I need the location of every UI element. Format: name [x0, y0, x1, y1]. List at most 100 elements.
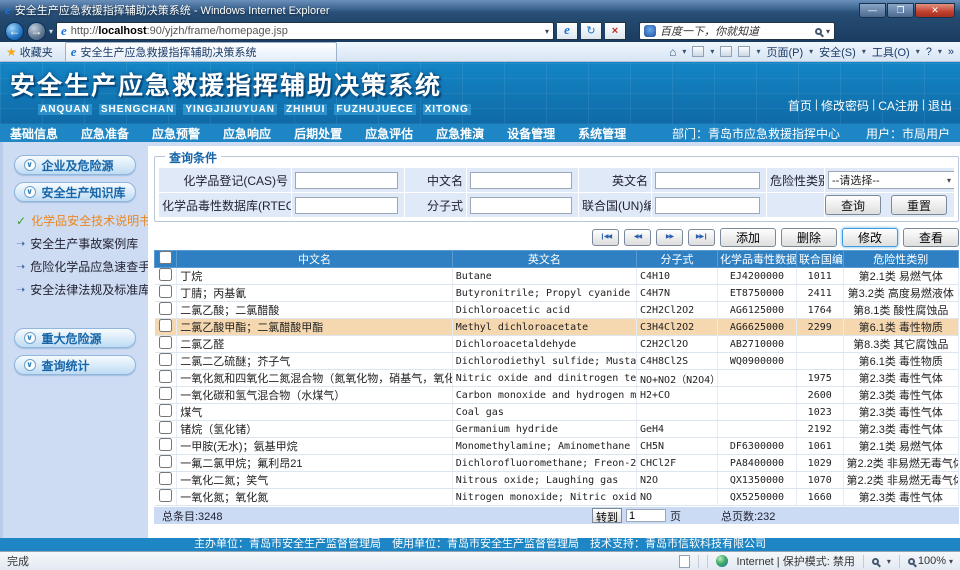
delete-button[interactable]: 删除	[781, 228, 837, 247]
table-row[interactable]: 一氟二氯甲烷；氟利昂21Dichlorofluoromethane; Freon…	[155, 455, 959, 472]
search-box[interactable]: 百度一下，你就知道 ▾	[639, 22, 835, 40]
select-all-checkbox[interactable]	[159, 251, 172, 264]
row-checkbox[interactable]	[159, 336, 172, 349]
print-icon[interactable]	[738, 46, 750, 57]
table-row[interactable]: 二氯二乙硫醚；芥子气Dichlorodiethyl sulfide; Musta…	[155, 353, 959, 370]
search-icon[interactable]	[815, 28, 822, 35]
un-number-input[interactable]	[655, 197, 760, 214]
nav-emergency-warning[interactable]: 应急预警	[152, 125, 200, 142]
page-menu[interactable]: 页面(P)	[766, 44, 803, 60]
nav-system-management[interactable]: 系统管理	[578, 125, 626, 142]
zoom-tool-icon[interactable]	[872, 558, 879, 565]
address-dropdown-icon[interactable]: ▾	[545, 27, 549, 36]
en-name-input[interactable]	[655, 172, 760, 189]
sidebar-group-enterprise[interactable]: ∨ 企业及危险源	[14, 155, 136, 175]
table-row[interactable]: 二氯乙酸甲酯；二氯醋酸甲酯Methyl dichloroacetateC3H4C…	[155, 319, 959, 336]
table-row[interactable]: 二氯乙醛DichloroacetaldehydeC2H2Cl2OAB271000…	[155, 336, 959, 353]
row-checkbox[interactable]	[159, 268, 172, 281]
search-button[interactable]: 查询	[825, 195, 881, 215]
link-ca-register[interactable]: CA注册	[878, 97, 919, 114]
rtecs-input[interactable]	[295, 197, 398, 214]
zoom-level-control[interactable]: 100% ▾	[908, 555, 953, 567]
nav-device-management[interactable]: 设备管理	[507, 125, 555, 142]
nav-emergency-drill[interactable]: 应急推演	[436, 125, 484, 142]
sidebar-item-accident-cases[interactable]: ➝ 安全生产事故案例库	[3, 232, 146, 255]
sidebar-group-major-hazard[interactable]: ∨ 重大危险源	[14, 328, 136, 348]
tools-menu[interactable]: 工具(O)	[872, 44, 910, 60]
row-checkbox[interactable]	[159, 387, 172, 400]
sidebar-group-knowledge[interactable]: ∨ 安全生产知识库	[14, 182, 136, 202]
nav-post-disposal[interactable]: 后期处置	[294, 125, 342, 142]
link-change-password[interactable]: 修改密码	[821, 97, 869, 114]
table-row[interactable]: 锗烷（氢化锗）Germanium hydrideGeH42192第2.3类 毒性…	[155, 421, 959, 438]
row-checkbox[interactable]	[159, 438, 172, 451]
row-checkbox[interactable]	[159, 421, 172, 434]
table-row[interactable]: 一氧化碳和氢气混合物（水煤气）Carbon monoxide and hydro…	[155, 387, 959, 404]
minimize-button[interactable]: —	[859, 3, 886, 18]
sidebar-item-laws-standards[interactable]: ➝ 安全法律法规及标准库	[3, 278, 146, 301]
nav-basic-info[interactable]: 基础信息	[10, 125, 58, 142]
safety-menu[interactable]: 安全(S)	[819, 44, 856, 60]
link-home[interactable]: 首页	[788, 97, 812, 114]
feeds-icon[interactable]	[692, 46, 704, 57]
history-dropdown-icon[interactable]: ▾	[49, 27, 53, 36]
table-row[interactable]: 一甲胺(无水)；氨基甲烷Monomethylamine; Aminomethan…	[155, 438, 959, 455]
help-menu-icon[interactable]: ?	[926, 46, 932, 58]
row-checkbox[interactable]	[159, 319, 172, 332]
row-checkbox[interactable]	[159, 370, 172, 383]
table-row[interactable]: 丁腈；丙基氰Butyronitrile; Propyl cyanideC4H7N…	[155, 285, 959, 302]
page-number-input[interactable]	[626, 509, 666, 522]
page-menu-dropdown-icon[interactable]: ▾	[809, 47, 813, 56]
table-row[interactable]: 二氯乙酸；二氯醋酸Dichloroacetic acidC2H2Cl2O2AG6…	[155, 302, 959, 319]
address-bar[interactable]: e http://localhost:90/yjzh/frame/homepag…	[56, 22, 554, 40]
maximize-button[interactable]: ❐	[887, 3, 914, 18]
row-checkbox[interactable]	[159, 455, 172, 468]
first-page-button[interactable]: ❙◀◀	[592, 229, 619, 246]
row-checkbox[interactable]	[159, 353, 172, 366]
prev-page-button[interactable]: ◀◀	[624, 229, 651, 246]
favorites-label[interactable]: 收藏夹	[20, 44, 53, 60]
feeds-dropdown-icon[interactable]: ▾	[710, 47, 714, 56]
back-button[interactable]: ←	[5, 22, 24, 41]
sidebar-group-query-statistics[interactable]: ∨ 查询统计	[14, 355, 136, 375]
sidebar-item-chemical-msds[interactable]: ✓ 化学品安全技术说明书	[3, 209, 146, 232]
favorites-star-icon[interactable]: ★	[6, 45, 17, 59]
row-checkbox[interactable]	[159, 489, 172, 502]
view-button[interactable]: 查看	[903, 228, 959, 247]
next-page-button[interactable]: ▶▶	[656, 229, 683, 246]
nav-emergency-prepare[interactable]: 应急准备	[81, 125, 129, 142]
row-checkbox[interactable]	[159, 472, 172, 485]
safety-menu-dropdown-icon[interactable]: ▾	[862, 47, 866, 56]
hazard-class-select[interactable]: --请选择-- ▾	[828, 171, 955, 189]
home-icon[interactable]: ⌂	[669, 45, 676, 59]
row-checkbox[interactable]	[159, 302, 172, 315]
nav-emergency-evaluate[interactable]: 应急评估	[365, 125, 413, 142]
table-row[interactable]: 一氧化氮；氧化氮Nitrogen monoxide; Nitric oxideN…	[155, 489, 959, 506]
tools-menu-dropdown-icon[interactable]: ▾	[916, 47, 920, 56]
formula-input[interactable]	[470, 197, 572, 214]
row-checkbox[interactable]	[159, 404, 172, 417]
last-page-button[interactable]: ▶▶❙	[688, 229, 715, 246]
goto-page-button[interactable]: 转到	[592, 508, 622, 523]
forward-button[interactable]: →	[27, 22, 46, 41]
home-dropdown-icon[interactable]: ▾	[682, 47, 686, 56]
stop-button[interactable]: ×	[605, 22, 626, 40]
nav-emergency-response[interactable]: 应急响应	[223, 125, 271, 142]
row-checkbox[interactable]	[159, 285, 172, 298]
browser-tab[interactable]: e 安全生产应急救援指挥辅助决策系统	[65, 42, 337, 61]
table-row[interactable]: 一氧化二氮；笑气Nitrous oxide; Laughing gasN2OQX…	[155, 472, 959, 489]
cn-name-input[interactable]	[470, 172, 572, 189]
modify-button[interactable]: 修改	[842, 228, 898, 247]
print-dropdown-icon[interactable]: ▾	[756, 47, 760, 56]
zoom-tool-dropdown-icon[interactable]: ▾	[887, 557, 891, 566]
sidebar-item-quick-reference[interactable]: ➝ 危险化学品应急速查手...	[3, 255, 146, 278]
link-logout[interactable]: 退出	[928, 97, 952, 114]
search-dropdown-icon[interactable]: ▾	[826, 27, 830, 36]
compatibility-view-button[interactable]: e	[557, 22, 578, 40]
table-row[interactable]: 煤气Coal gas1023第2.3类 毒性气体	[155, 404, 959, 421]
help-dropdown-icon[interactable]: ▾	[938, 47, 942, 56]
table-row[interactable]: 丁烷ButaneC4H10EJ42000001011第2.1类 易燃气体	[155, 268, 959, 285]
cas-input[interactable]	[295, 172, 398, 189]
table-row[interactable]: 一氧化氮和四氧化二氮混合物（氮氧化物，硝基气，氧化氮气体）Nitric oxid…	[155, 370, 959, 387]
close-button[interactable]: ✕	[915, 3, 955, 18]
